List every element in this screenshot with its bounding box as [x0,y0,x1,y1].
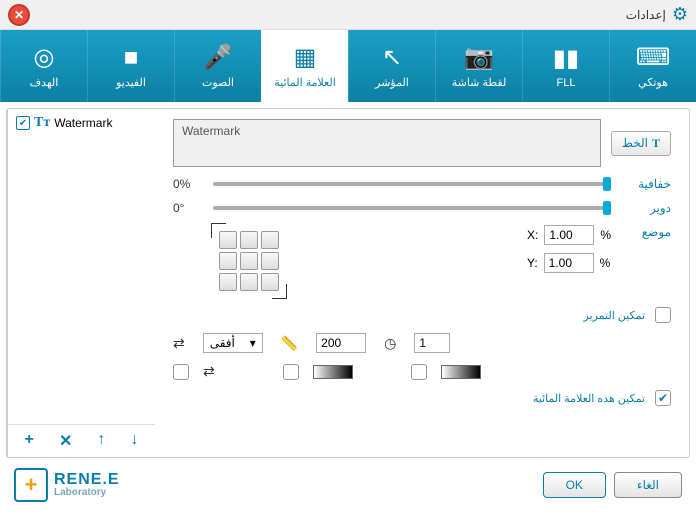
direction-select[interactable]: أفقى▾ [203,333,263,353]
audio-label: الصوت [202,76,234,89]
watermark-preview: Watermark [173,119,601,167]
enable-watermark-checkbox[interactable]: ✔ [655,390,671,406]
tab-cursor[interactable]: ↖ المؤشر [348,30,435,102]
x-label: X: [527,228,538,242]
time-input[interactable] [414,333,450,353]
opacity-label: خفافية [621,177,671,191]
pos-tl[interactable] [261,231,279,249]
tab-video[interactable]: ■ الفيديو [87,30,174,102]
move-down-button[interactable]: ↓ [130,431,138,451]
opacity-value: 0% [173,177,203,191]
tab-watermark[interactable]: ▦ العلامة المائية [261,30,348,102]
text-type-icon: Tᴛ [34,115,50,131]
cursor-label: المؤشر [375,76,409,89]
watermark-list-item[interactable]: ✔ Tᴛ Watermark [8,109,155,137]
y-input[interactable] [544,253,594,273]
brand-logo: + RENE.E Laboratory [14,468,120,502]
scroll-enable-label: تمكين التمرير [583,309,645,322]
close-button[interactable]: ✕ [8,4,30,26]
watermark-icon: ▦ [294,43,317,72]
pos-bl[interactable] [261,273,279,291]
gradient1-checkbox[interactable] [283,364,299,380]
loop-checkbox[interactable] [173,364,189,380]
move-up-button[interactable]: ↑ [97,431,105,451]
gradient2-swatch [441,365,481,379]
watermark-item-label: Watermark [54,116,112,130]
tab-hotkey[interactable]: ⌨ هوتكي [609,30,696,102]
rotate-label: دوير [621,201,671,215]
position-grid[interactable] [213,225,285,297]
screenshot-icon: 📷 [464,43,494,72]
target-icon: ◎ [34,43,55,72]
ruler-icon: 📏 [281,335,298,352]
pos-br[interactable] [219,273,237,291]
watermark-label: العلامة المائية [274,76,336,89]
position-label: موضع [621,225,671,239]
logo-main: RENE.E [54,472,120,488]
x-input[interactable] [544,225,594,245]
window-title: إعدادات [30,8,666,22]
scroll-enable-checkbox[interactable] [655,307,671,323]
target-label: الهدف [30,76,59,89]
gear-icon: ⚙ [672,4,688,25]
video-label: الفيديو [116,76,146,89]
opacity-slider[interactable] [213,182,611,186]
pos-mc[interactable] [240,252,258,270]
enable-watermark-label: تمكين هذه العلامة المائية [533,392,645,405]
font-t-icon: T [652,136,660,151]
ok-button[interactable]: OK [543,472,606,498]
remove-watermark-button[interactable]: ✕ [59,431,72,451]
pos-bc[interactable] [240,273,258,291]
rotate-slider[interactable] [213,206,611,210]
tab-screenshot[interactable]: 📷 لقطة شاشة [435,30,522,102]
watermark-item-checkbox[interactable]: ✔ [16,116,30,130]
screenshot-label: لقطة شاشة [452,76,507,89]
hotkey-label: هوتكي [638,76,668,89]
font-button[interactable]: T الخط [611,131,671,156]
fll-label: FLL [557,77,576,89]
font-button-label: الخط [622,136,648,150]
pos-tr[interactable] [219,231,237,249]
clock-icon: ◷ [384,335,396,352]
y-label: Y: [527,256,538,270]
cursor-icon: ↖ [382,43,402,72]
percent-y: % [600,256,611,270]
loop-icon: ⇄ [203,363,215,380]
cancel-button[interactable]: الغاء [614,472,682,498]
logo-plus-icon: + [14,468,48,502]
direction-icon: ⇄ [173,335,185,352]
pos-ml[interactable] [261,252,279,270]
pos-tc[interactable] [240,231,258,249]
tab-audio[interactable]: 🎤 الصوت [174,30,261,102]
hotkey-icon: ⌨ [636,43,671,72]
tab-fll[interactable]: ▮▮ FLL [522,30,609,102]
add-watermark-button[interactable]: + [25,431,34,451]
gradient2-checkbox[interactable] [411,364,427,380]
width-input[interactable] [316,333,366,353]
percent-x: % [600,228,611,242]
pos-mr[interactable] [219,252,237,270]
tab-target[interactable]: ◎ الهدف [0,30,87,102]
video-icon: ■ [124,44,139,72]
audio-icon: 🎤 [203,43,233,72]
gradient1-swatch [313,365,353,379]
fll-icon: ▮▮ [553,44,579,73]
logo-sub: Laboratory [54,488,120,498]
rotate-value: 0° [173,201,203,215]
